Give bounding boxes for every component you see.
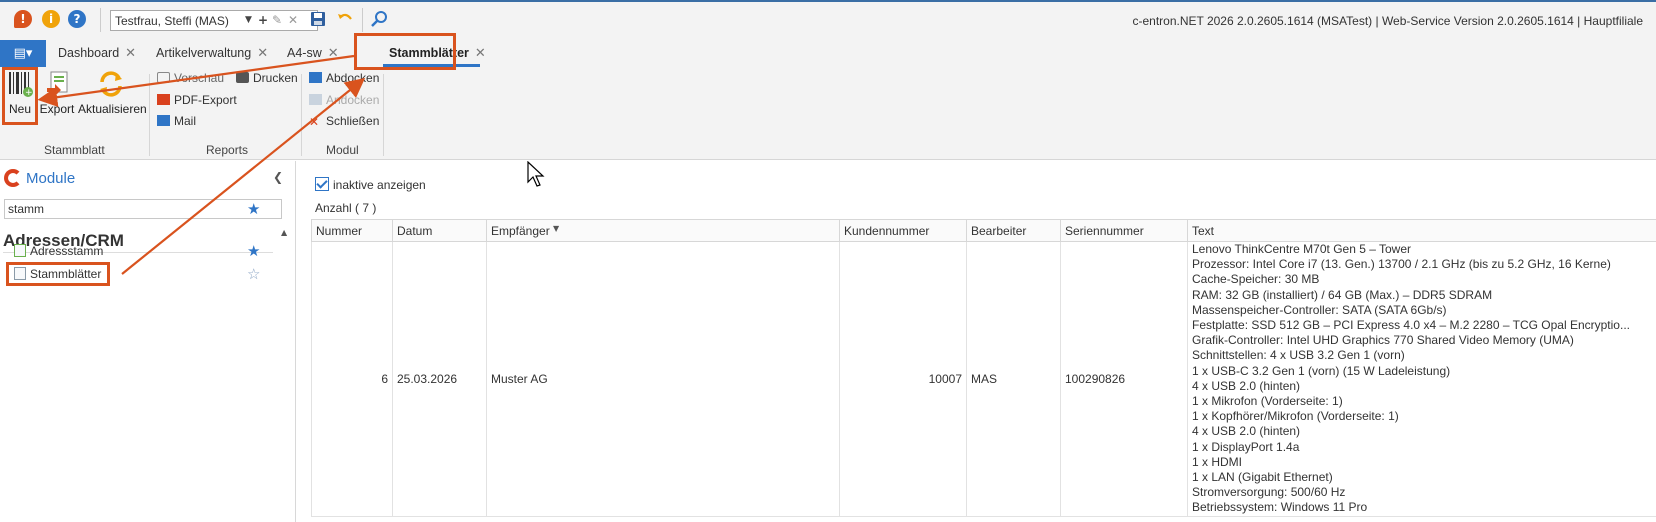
annotation-arrows	[37, 54, 366, 275]
arrow-to-new-button	[37, 54, 355, 107]
arrow-to-tab	[121, 77, 366, 275]
